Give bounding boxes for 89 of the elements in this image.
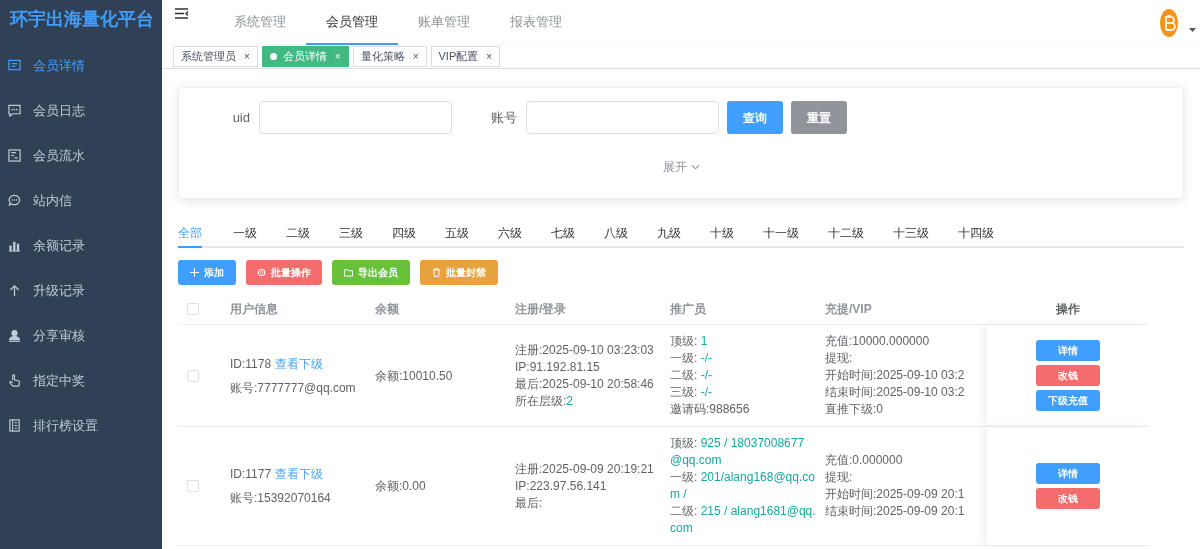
register-info: 最后:2025-09-10 20:58:46 bbox=[515, 375, 655, 393]
recharge-info: 充值:10000.000000 bbox=[825, 333, 931, 350]
account-text: 账号:7777777@qq.com bbox=[230, 379, 357, 397]
row-checkbox[interactable] bbox=[187, 369, 199, 382]
promoter-info: 一级: 201/alang168@qq.com / bbox=[670, 469, 816, 503]
recharge-info: 提现: bbox=[825, 469, 854, 486]
page-tag[interactable]: VIP配置 × bbox=[430, 46, 501, 67]
chevron-down-icon bbox=[690, 164, 700, 170]
recharge-info: 结束时间:2025-09-10 03:2 bbox=[825, 384, 966, 401]
promoter-info: 三级: -/- bbox=[670, 384, 713, 401]
input-field[interactable] bbox=[526, 101, 719, 134]
promoter-info: 邀请码:988656 bbox=[670, 401, 751, 418]
promoter-info: 二级: 215 / alang1681@qq.com bbox=[670, 503, 816, 537]
caret-icon[interactable] bbox=[1189, 27, 1196, 32]
chat-icon bbox=[8, 104, 21, 117]
level-tab[interactable]: 八级 bbox=[604, 219, 628, 248]
level-tab[interactable]: 十二级 bbox=[828, 219, 864, 248]
gear-icon bbox=[257, 268, 266, 277]
sidebar-item[interactable]: 会员详情 bbox=[0, 43, 162, 88]
balance-text: 余额:0.00 bbox=[374, 478, 427, 495]
level-tab[interactable]: 三级 bbox=[339, 219, 363, 248]
level-tab[interactable]: 十一级 bbox=[763, 219, 799, 248]
sidebar-item[interactable]: 余额记录 bbox=[0, 223, 162, 268]
chat-bubble-icon bbox=[8, 194, 21, 207]
sidebar-item[interactable]: 分享审核 bbox=[0, 313, 162, 358]
sidebar-item[interactable]: 指定中奖 bbox=[0, 358, 162, 403]
level-tab[interactable]: 十四级 bbox=[958, 219, 994, 248]
row-checkbox[interactable] bbox=[187, 480, 199, 492]
bar-chart-icon bbox=[8, 239, 21, 252]
user-id: ID:1178 bbox=[230, 355, 272, 373]
ledger-icon bbox=[8, 149, 21, 162]
message-icon bbox=[8, 59, 21, 72]
field-label: uid bbox=[231, 108, 251, 127]
list-icon bbox=[8, 419, 21, 432]
up-arrow-icon bbox=[8, 284, 21, 297]
sidebar-item[interactable]: 会员流水 bbox=[0, 133, 162, 178]
promoter-info: 一级: -/- bbox=[670, 350, 713, 367]
register-info: 注册:2025-09-09 20:19:21 bbox=[515, 460, 655, 478]
close-icon[interactable]: × bbox=[412, 49, 419, 64]
register-info: IP:91.192.81.15 bbox=[515, 358, 601, 376]
level-tab[interactable]: 六级 bbox=[498, 219, 522, 248]
column-header: 推广员 bbox=[669, 300, 707, 318]
register-info: 注册:2025-09-10 03:23:03 bbox=[515, 341, 655, 359]
promoter-info: 顶级: 925 / 18037008677@qq.com bbox=[670, 435, 806, 469]
recharge-info: 开始时间:2025-09-10 03:2 bbox=[825, 367, 966, 384]
level-tab[interactable]: 五级 bbox=[445, 219, 469, 248]
input-field[interactable] bbox=[259, 101, 452, 134]
close-icon[interactable]: × bbox=[486, 49, 493, 64]
level-tab[interactable]: 二级 bbox=[286, 219, 310, 248]
column-header: 注册/登录 bbox=[514, 300, 568, 318]
sidebar-item[interactable]: 站内信 bbox=[0, 178, 162, 223]
page-tag[interactable]: 系统管理员 × bbox=[173, 46, 258, 67]
sidebar-item[interactable]: 排行榜设置 bbox=[0, 403, 162, 448]
field-label: 账号 bbox=[490, 108, 518, 127]
plus-icon bbox=[190, 268, 199, 277]
bitcoin-icon[interactable] bbox=[1159, 7, 1179, 38]
promoter-info: 二级: -/- bbox=[670, 367, 713, 384]
level-tab[interactable]: 十三级 bbox=[893, 219, 929, 248]
level-tab[interactable]: 七级 bbox=[551, 219, 575, 248]
sidebar-item[interactable]: 升级记录 bbox=[0, 268, 162, 313]
register-info: 最后: bbox=[515, 494, 544, 512]
trash-icon bbox=[432, 268, 441, 277]
app-title: 环宇出海量化平台 bbox=[8, 7, 155, 31]
register-info: 所在层级:2 bbox=[515, 392, 575, 410]
sidebar-item[interactable]: 会员日志 bbox=[0, 88, 162, 133]
level-tab[interactable]: 十级 bbox=[710, 219, 734, 248]
level-tab[interactable]: 一级 bbox=[233, 219, 257, 248]
column-header: 充提/VIP bbox=[824, 300, 873, 318]
column-header: 余额 bbox=[374, 300, 400, 318]
register-info: IP:223.97.56.141 bbox=[515, 477, 608, 495]
recharge-info: 提现: bbox=[825, 350, 854, 367]
level-tab[interactable]: 四级 bbox=[392, 219, 416, 248]
level-tab[interactable]: 九级 bbox=[657, 219, 681, 248]
recharge-info: 开始时间:2025-09-09 20:1 bbox=[825, 486, 966, 503]
menu-fold-icon[interactable] bbox=[175, 8, 188, 19]
user-id: ID:1177 bbox=[230, 466, 272, 483]
account-text: 账号:15392070164 bbox=[230, 490, 332, 507]
close-icon[interactable]: × bbox=[244, 49, 250, 64]
recharge-info: 结束时间:2025-09-09 20:1 bbox=[825, 503, 966, 520]
recharge-info: 直推下级:0 bbox=[825, 401, 884, 418]
folder-icon bbox=[344, 268, 353, 277]
balance-text: 余额:10010.50 bbox=[374, 367, 454, 385]
recharge-info: 充值:0.000000 bbox=[825, 452, 904, 469]
promoter-info: 顶级: 1 bbox=[670, 333, 709, 350]
column-header: 用户信息 bbox=[229, 300, 279, 318]
user-icon bbox=[8, 329, 21, 342]
column-header: 操作 bbox=[1055, 300, 1081, 318]
page-tag[interactable]: 量化策略 × bbox=[352, 46, 427, 67]
select-all-checkbox[interactable] bbox=[187, 302, 199, 315]
